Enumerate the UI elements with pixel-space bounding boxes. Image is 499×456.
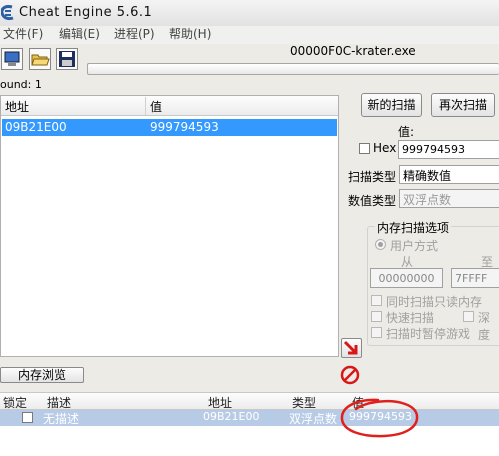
process-name: 00000F0C-krater.exe xyxy=(290,44,416,58)
pause-game-label: 扫描时暂停游戏 xyxy=(386,327,471,341)
scan-type-label: 扫描类型 xyxy=(348,170,397,184)
found-count: ound: 1 xyxy=(0,78,42,91)
open-file-button[interactable] xyxy=(29,48,51,70)
column-address[interactable]: 地址 xyxy=(208,394,232,411)
row-type[interactable]: 双浮点数 xyxy=(289,410,337,427)
cheat-table-header xyxy=(0,392,499,410)
hex-label: Hex xyxy=(373,141,397,155)
menu-file[interactable]: 文件(F) xyxy=(3,26,43,44)
value-type-label: 数值类型 xyxy=(348,194,397,208)
user-mode-radio[interactable] xyxy=(375,239,386,250)
column-description[interactable]: 描述 xyxy=(47,394,71,411)
column-type[interactable]: 类型 xyxy=(292,394,316,411)
deep-label: 深度 xyxy=(478,311,491,342)
stop-address-input[interactable]: 7FFFF xyxy=(451,268,499,288)
scan-progress-bar xyxy=(87,63,499,75)
list-item-value: 999794593 xyxy=(150,120,219,134)
computer-icon xyxy=(4,51,20,66)
address-list-header xyxy=(1,96,338,116)
select-process-button[interactable] xyxy=(1,48,23,70)
column-address[interactable]: 地址 xyxy=(5,98,29,115)
red-arrow-icon xyxy=(343,340,358,355)
scan-type-select[interactable]: 精确数值 xyxy=(399,165,499,184)
cheat-table-empty-area[interactable] xyxy=(0,426,499,456)
stop-icon[interactable] xyxy=(340,365,360,385)
menu-edit[interactable]: 编辑(E) xyxy=(59,26,100,44)
user-mode-label: 用户方式 xyxy=(390,239,439,253)
fast-scan-checkbox[interactable] xyxy=(371,311,382,322)
pause-game-checkbox[interactable] xyxy=(371,327,382,338)
value-type-select[interactable]: 双浮点数 xyxy=(399,189,499,208)
red-circle-annotation xyxy=(340,398,419,438)
hex-checkbox[interactable] xyxy=(359,143,370,154)
memory-options-title: 内存扫描选项 xyxy=(375,219,452,236)
value-input[interactable]: 999794593 xyxy=(398,140,499,159)
folder-open-icon xyxy=(31,54,50,66)
row-description[interactable]: 无描述 xyxy=(43,410,79,427)
window-title: Cheat Engine 5.6.1 xyxy=(19,5,153,20)
freeze-checkbox[interactable] xyxy=(22,412,33,423)
menu-help[interactable]: 帮助(H) xyxy=(169,26,211,44)
column-freeze[interactable]: 锁定 xyxy=(3,394,27,411)
readonly-checkbox[interactable] xyxy=(371,295,382,306)
cheat-engine-logo-icon xyxy=(0,5,15,21)
menu-process[interactable]: 进程(P) xyxy=(114,26,155,44)
value-label: 值: xyxy=(398,125,415,139)
deep-checkbox[interactable] xyxy=(463,311,474,322)
start-address-input[interactable]: 00000000 xyxy=(370,268,443,288)
floppy-disk-icon xyxy=(59,51,75,67)
fast-scan-label: 快速扫描 xyxy=(386,311,435,325)
new-scan-button[interactable]: 新的扫描 xyxy=(361,93,422,117)
readonly-label: 同时扫描只读内存 xyxy=(386,295,483,309)
next-scan-button[interactable]: 再次扫描 xyxy=(431,93,495,117)
column-value[interactable]: 值 xyxy=(150,98,162,115)
list-item-address: 09B21E00 xyxy=(5,120,67,134)
save-button[interactable] xyxy=(56,48,78,70)
memory-view-button[interactable]: 内存浏览 xyxy=(0,367,84,383)
add-to-table-button[interactable] xyxy=(341,338,362,358)
column-separator xyxy=(145,97,146,115)
row-address[interactable]: 09B21E00 xyxy=(203,410,260,423)
